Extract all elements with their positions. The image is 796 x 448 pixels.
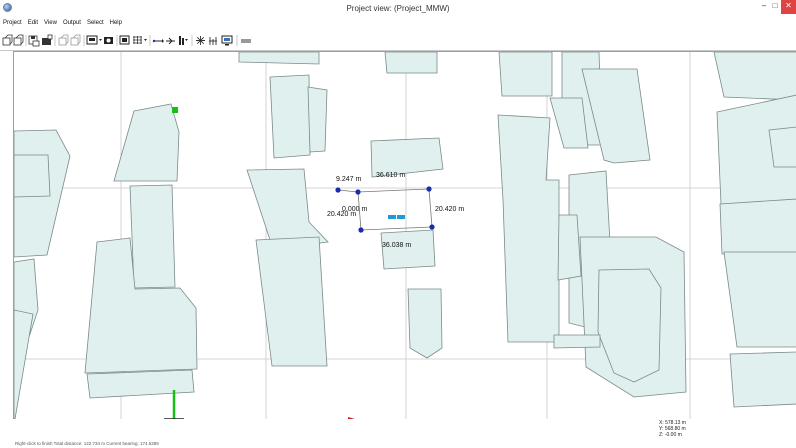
building[interactable]: [384, 52, 438, 74]
open-project-icon[interactable]: [13, 34, 24, 46]
paste-icon[interactable]: [70, 34, 81, 46]
building[interactable]: [380, 229, 436, 270]
camera-icon[interactable]: [104, 37, 113, 44]
close-button[interactable]: ✕: [781, 0, 796, 14]
window-title: Project view: (Project_MMW): [346, 4, 450, 13]
copy-icon[interactable]: [58, 34, 69, 46]
cursor-arrow-icon: [348, 417, 355, 419]
menu-project[interactable]: Project: [0, 19, 25, 29]
building[interactable]: [549, 97, 589, 149]
measure-icon[interactable]: [152, 39, 164, 43]
grid-icon[interactable]: [133, 36, 147, 44]
building[interactable]: [498, 52, 553, 97]
vertex-marker[interactable]: [358, 227, 364, 233]
transmitter-marker[interactable]: [388, 215, 405, 219]
menu-edit[interactable]: Edit: [25, 19, 41, 29]
building[interactable]: [14, 154, 51, 198]
menu-select[interactable]: Select: [84, 19, 107, 29]
dimension-label: 36.038 m: [382, 242, 411, 249]
calculate-icon[interactable]: [209, 37, 217, 45]
building[interactable]: [129, 184, 176, 289]
vertex-marker[interactable]: [355, 189, 361, 195]
building[interactable]: [407, 288, 443, 359]
monitor-icon[interactable]: [221, 35, 233, 46]
new-project-icon[interactable]: [2, 34, 13, 46]
dimension-label: 20.420 m: [435, 206, 464, 213]
building[interactable]: [113, 103, 180, 182]
dimension-label: 36.610 m: [376, 172, 405, 179]
building[interactable]: [14, 309, 34, 419]
building[interactable]: [557, 214, 582, 281]
toolbar-icons: [2, 34, 251, 47]
coord-z: Z: -0.00 m: [659, 432, 682, 438]
building[interactable]: [255, 236, 328, 367]
title-bar: Project view: (Project_MMW) – □ ✕: [0, 0, 796, 20]
display-mode-icon[interactable]: [86, 35, 102, 45]
antenna-icon[interactable]: [179, 36, 188, 45]
map-viewport[interactable]: 9.247 m 36.610 m 0.000 m 20.420 m 20.420…: [13, 51, 796, 419]
building[interactable]: [497, 114, 560, 343]
vertex-marker[interactable]: [335, 187, 341, 193]
link-icon[interactable]: [166, 37, 175, 45]
buildings: [14, 52, 796, 419]
menu-help[interactable]: Help: [107, 19, 125, 29]
dimension-label: 9.247 m: [336, 176, 361, 183]
menu-output[interactable]: Output: [60, 19, 84, 29]
sun-icon[interactable]: [196, 36, 205, 45]
toolbar: [0, 29, 796, 51]
map-canvas[interactable]: 9.247 m 36.610 m 0.000 m 20.420 m 20.420…: [14, 52, 796, 419]
coordinate-readout: X: 578.13 m Y: 568.80 m Z: -0.00 m: [659, 420, 686, 438]
vertex-marker[interactable]: [426, 186, 432, 192]
minimize-button[interactable]: –: [757, 0, 771, 14]
building[interactable]: [307, 86, 328, 153]
building[interactable]: [768, 126, 796, 168]
building[interactable]: [719, 198, 796, 255]
layers-icon[interactable]: [119, 35, 130, 45]
dimension-label: 20.420 m: [327, 211, 356, 218]
export-icon[interactable]: [42, 34, 53, 45]
building[interactable]: [553, 334, 601, 349]
menu-view[interactable]: View: [41, 19, 60, 29]
ruler-icon[interactable]: [241, 39, 251, 43]
building[interactable]: [729, 351, 796, 408]
building[interactable]: [713, 52, 796, 101]
status-bar: Right-click to finish Total distance: 12…: [15, 441, 159, 446]
building[interactable]: [238, 52, 320, 65]
menu-bar: Project Edit View Output Select Help: [0, 19, 796, 29]
origin-marker[interactable]: [172, 107, 178, 113]
building[interactable]: [269, 74, 311, 159]
vertex-marker[interactable]: [429, 224, 435, 230]
building[interactable]: [86, 369, 195, 399]
building[interactable]: [723, 251, 796, 348]
maximize-button[interactable]: □: [770, 0, 780, 14]
save-icon[interactable]: [28, 35, 40, 47]
